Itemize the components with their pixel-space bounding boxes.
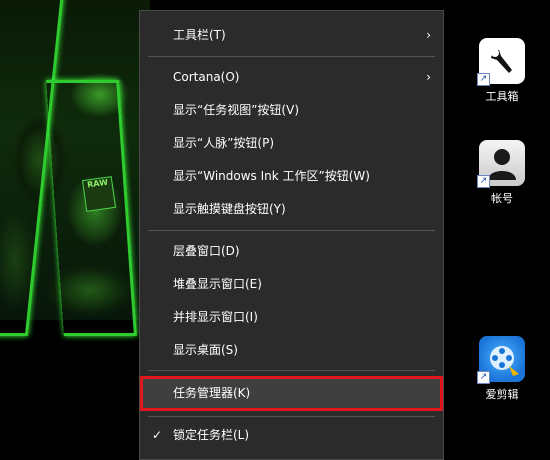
menu-item-toolbars[interactable]: 工具栏(T) › bbox=[140, 20, 443, 50]
desktop-icon-label: 爱剪辑 bbox=[485, 388, 519, 401]
menu-item-cortana[interactable]: Cortana(O) › bbox=[140, 62, 443, 92]
menu-item-label: 显示“任务视图”按钮(V) bbox=[173, 103, 300, 117]
menu-item-show-people[interactable]: 显示“人脉”按钮(P) bbox=[140, 128, 443, 158]
shortcut-arrow-icon: ↗ bbox=[477, 371, 490, 384]
menu-item-lock-taskbar[interactable]: ✓ 锁定任务栏(L) bbox=[140, 420, 443, 450]
menu-item-label: Cortana(O) bbox=[173, 70, 240, 84]
menu-item-label: 并排显示窗口(I) bbox=[173, 310, 258, 324]
menu-item-label: 显示“人脉”按钮(P) bbox=[173, 136, 275, 150]
menu-item-label: 显示“Windows Ink 工作区”按钮(W) bbox=[173, 169, 370, 183]
film-reel-icon: ↗ bbox=[477, 336, 525, 384]
desktop-icon-account[interactable]: ↗ 帐号 bbox=[472, 140, 532, 205]
menu-item-label: 锁定任务栏(L) bbox=[173, 428, 250, 442]
menu-item-label: 层叠窗口(D) bbox=[173, 244, 240, 258]
desktop-icon-label: 帐号 bbox=[491, 192, 513, 205]
checkmark-icon: ✓ bbox=[152, 428, 163, 442]
menu-separator bbox=[148, 416, 435, 417]
menu-item-side-by-side[interactable]: 并排显示窗口(I) bbox=[140, 302, 443, 332]
menu-item-show-task-view[interactable]: 显示“任务视图”按钮(V) bbox=[140, 95, 443, 125]
wallpaper-sign: RAW bbox=[81, 176, 117, 212]
menu-separator bbox=[148, 56, 435, 57]
wrench-icon: ↗ bbox=[477, 38, 525, 86]
menu-item-show-windows-ink[interactable]: 显示“Windows Ink 工作区”按钮(W) bbox=[140, 161, 443, 191]
menu-item-task-manager[interactable]: 任务管理器(K) bbox=[140, 376, 443, 411]
menu-item-label: 任务管理器(K) bbox=[173, 386, 251, 400]
menu-item-cascade-windows[interactable]: 层叠窗口(D) bbox=[140, 236, 443, 266]
shortcut-arrow-icon: ↗ bbox=[477, 73, 490, 86]
shortcut-arrow-icon: ↗ bbox=[477, 175, 490, 188]
menu-item-stack-windows[interactable]: 堆叠显示窗口(E) bbox=[140, 269, 443, 299]
menu-item-label: 工具栏(T) bbox=[173, 28, 226, 42]
menu-item-label: 显示触摸键盘按钮(Y) bbox=[173, 202, 286, 216]
desktop-icon-video-editor[interactable]: ↗ 爱剪辑 bbox=[472, 336, 532, 401]
desktop-icon-label: 工具箱 bbox=[485, 90, 519, 103]
chevron-right-icon: › bbox=[426, 70, 431, 84]
chevron-right-icon: › bbox=[426, 28, 431, 42]
menu-item-label: 堆叠显示窗口(E) bbox=[173, 277, 262, 291]
user-silhouette-icon: ↗ bbox=[477, 140, 525, 188]
menu-item-label: 显示桌面(S) bbox=[173, 343, 238, 357]
desktop-icon-toolbox[interactable]: ↗ 工具箱 bbox=[472, 38, 532, 103]
menu-item-show-touch-keyboard[interactable]: 显示触摸键盘按钮(Y) bbox=[140, 194, 443, 224]
taskbar-context-menu: 工具栏(T) › Cortana(O) › 显示“任务视图”按钮(V) 显示“人… bbox=[139, 10, 444, 460]
menu-item-show-desktop[interactable]: 显示桌面(S) bbox=[140, 335, 443, 365]
menu-separator bbox=[148, 230, 435, 231]
menu-separator bbox=[148, 370, 435, 371]
